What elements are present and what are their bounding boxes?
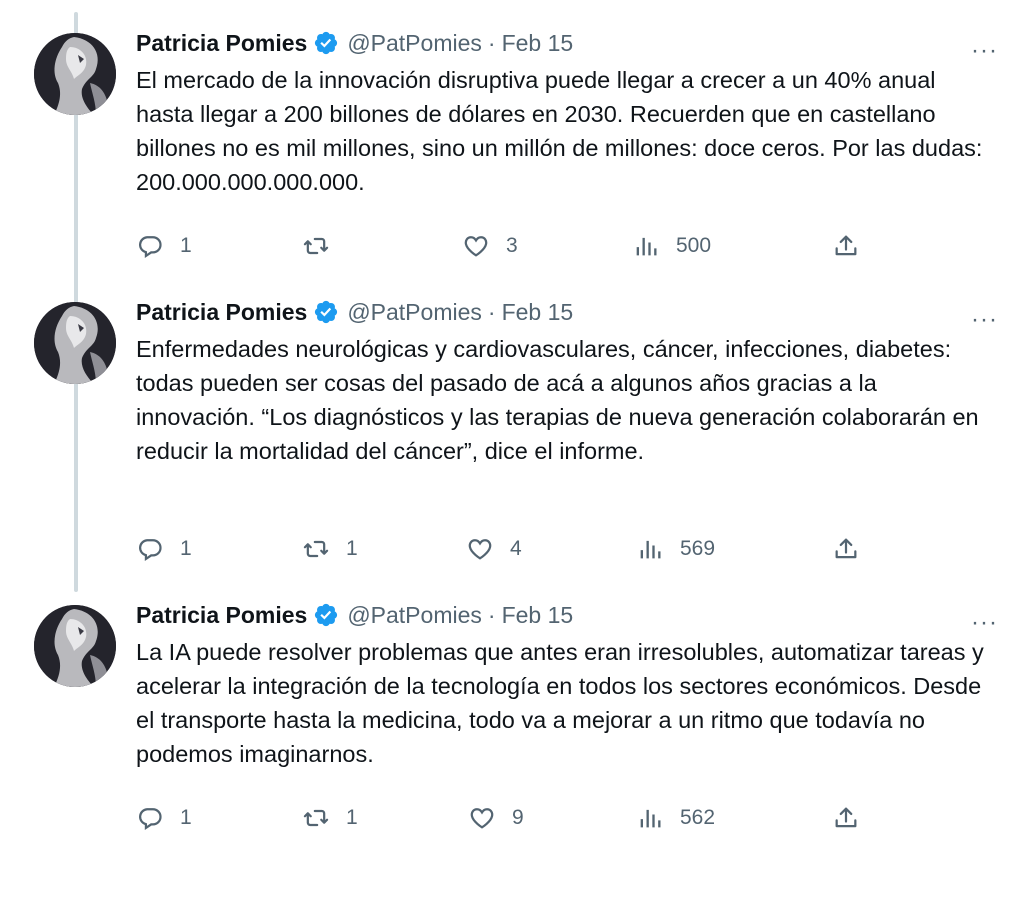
- tweet-text: Enfermedades neurológicas y cardiovascul…: [136, 336, 979, 464]
- reply-button[interactable]: 1: [136, 801, 192, 835]
- tweet-actions: 1 1 9 562: [136, 801, 876, 835]
- like-count: 4: [510, 537, 522, 560]
- tweet-header: Patricia Pomies @PatPomies · Feb 15: [136, 25, 996, 61]
- retweet-count: 1: [346, 537, 358, 560]
- retweet-icon: [303, 809, 329, 827]
- reply-icon: [139, 808, 162, 830]
- like-count: 9: [512, 806, 524, 829]
- avatar[interactable]: [34, 605, 116, 687]
- views-button[interactable]: 500: [632, 229, 711, 263]
- separator-dot: ·: [487, 601, 496, 628]
- views-icon: [636, 237, 657, 256]
- tweet-date[interactable]: Feb 15: [502, 602, 574, 629]
- retweet-icon: [303, 237, 329, 255]
- tweet-content: Patricia Pomies @PatPomies · Feb 15 Enfe…: [136, 294, 996, 468]
- share-icon: [835, 538, 857, 559]
- more-icon[interactable]: ···: [971, 308, 998, 332]
- avatar[interactable]: [34, 302, 116, 384]
- reply-count: 1: [180, 234, 192, 257]
- tweet-content: Patricia Pomies @PatPomies · Feb 15 El m…: [136, 25, 996, 199]
- views-button[interactable]: 562: [636, 801, 715, 835]
- reply-icon: [139, 539, 162, 561]
- more-icon[interactable]: ···: [971, 611, 998, 635]
- views-count: 562: [680, 806, 716, 829]
- share-button[interactable]: [832, 532, 860, 566]
- heart-icon: [468, 539, 492, 560]
- retweet-count: 1: [346, 806, 358, 829]
- separator-dot: ·: [487, 29, 496, 56]
- tweet-actions: 1 1 4 569: [136, 532, 876, 566]
- author-name[interactable]: Patricia Pomies: [136, 602, 307, 629]
- verified-badge-icon: [313, 299, 339, 325]
- retweet-button[interactable]: 1: [302, 801, 358, 835]
- share-button[interactable]: [832, 229, 860, 263]
- heart-icon: [470, 808, 494, 829]
- retweet-icon: [303, 540, 329, 558]
- reply-button[interactable]: 1: [136, 532, 192, 566]
- reply-count: 1: [180, 806, 192, 829]
- author-handle[interactable]: @PatPomies: [347, 299, 482, 326]
- heart-icon: [464, 236, 488, 257]
- tweet-date[interactable]: Feb 15: [502, 30, 574, 57]
- like-button[interactable]: 9: [468, 801, 524, 835]
- author-name[interactable]: Patricia Pomies: [136, 299, 307, 326]
- views-count: 569: [680, 537, 716, 560]
- share-button[interactable]: [832, 801, 860, 835]
- share-icon: [835, 807, 857, 828]
- retweet-button[interactable]: 1: [302, 532, 358, 566]
- share-icon: [835, 235, 857, 256]
- tweet-actions: 1 3 500: [136, 229, 876, 263]
- author-name[interactable]: Patricia Pomies: [136, 30, 307, 57]
- tweet-header: Patricia Pomies @PatPomies · Feb 15: [136, 294, 996, 330]
- tweet-content: Patricia Pomies @PatPomies · Feb 15 La I…: [136, 597, 996, 771]
- verified-badge-icon: [313, 30, 339, 56]
- tweet-text: La IA puede resolver problemas que antes…: [136, 639, 984, 767]
- views-count: 500: [676, 234, 712, 257]
- like-count: 3: [506, 234, 518, 257]
- reply-count: 1: [180, 537, 192, 560]
- views-button[interactable]: 569: [636, 532, 715, 566]
- tweet-header: Patricia Pomies @PatPomies · Feb 15: [136, 597, 996, 633]
- reply-button[interactable]: 1: [136, 229, 192, 263]
- views-icon: [640, 809, 661, 828]
- views-icon: [640, 540, 661, 559]
- retweet-button[interactable]: [302, 229, 346, 263]
- author-handle[interactable]: @PatPomies: [347, 30, 482, 57]
- tweet-text: El mercado de la innovación disruptiva p…: [136, 67, 983, 195]
- verified-badge-icon: [313, 602, 339, 628]
- avatar[interactable]: [34, 33, 116, 115]
- like-button[interactable]: 4: [466, 532, 522, 566]
- separator-dot: ·: [487, 298, 496, 325]
- author-handle[interactable]: @PatPomies: [347, 602, 482, 629]
- tweet-date[interactable]: Feb 15: [502, 299, 574, 326]
- like-button[interactable]: 3: [462, 229, 518, 263]
- reply-icon: [139, 236, 162, 258]
- more-icon[interactable]: ···: [971, 39, 998, 63]
